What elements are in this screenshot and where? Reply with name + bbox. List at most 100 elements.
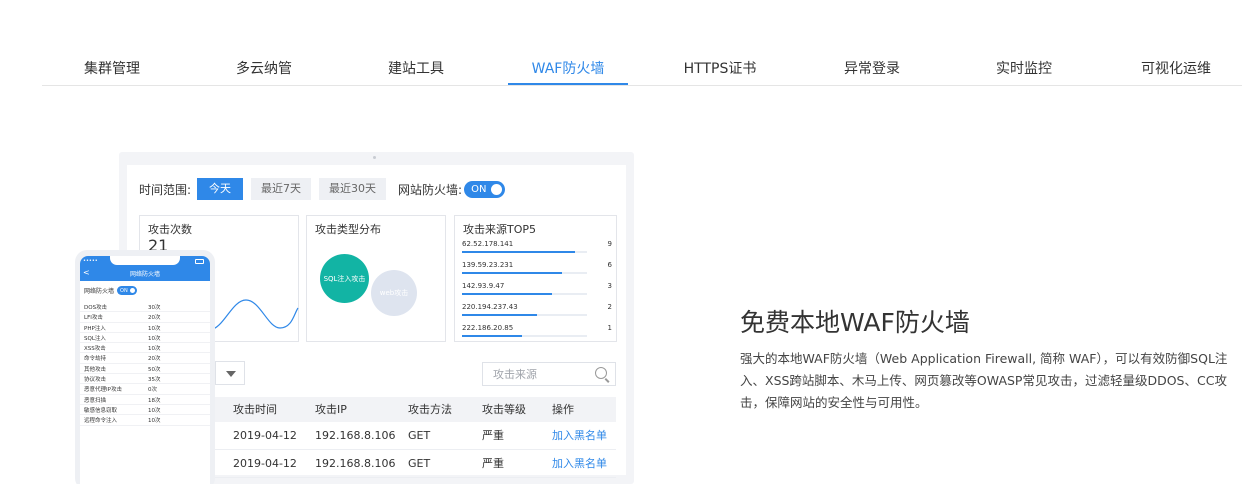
table-row: 2019-04-12 192.168.8.106 GET 严重 加入黑名单 [215,422,616,450]
top5-count: 3 [607,282,612,290]
time-range-label: 时间范围: [139,182,192,197]
list-item-count: 10次 [148,418,161,425]
top5-bar-fill [462,335,522,337]
top5-bar-track [462,335,587,337]
battery-icon [195,259,204,264]
top5-ip: 222.186.20.85 [462,324,514,332]
range-7days-button[interactable]: 最近7天 [251,178,312,200]
list-item-name: 命令劫持 [84,356,107,363]
sql-injection-bubble: SQL注入攻击 [320,254,369,303]
header-action: 操作 [552,403,574,416]
feature-title: 免费本地WAF防火墙 [740,308,970,337]
list-item-name: 远程命令注入 [84,418,118,425]
list-item-count: 18次 [148,397,161,404]
list-item: 协议攻击 35次 [80,374,210,385]
phone-toggle-text: ON [120,287,128,294]
row-level: 严重 [482,429,504,442]
feature-tab-bar: 集群管理 多云纳管 建站工具 WAF防火墙 HTTPS证书 异常登录 实时监控 … [42,56,1242,86]
list-item-count: 10次 [148,407,161,414]
top5-title: 攻击来源TOP5 [463,223,537,236]
list-item: SQL注入 10次 [80,333,210,344]
top5-row: 142.93.9.47 3 [462,282,612,298]
range-today-button[interactable]: 今天 [197,178,244,200]
row-method: GET [408,457,431,470]
search-icon[interactable] [595,367,607,379]
tab-multi-cloud[interactable]: 多云纳管 [194,56,334,82]
list-item-count: 20次 [148,356,161,363]
list-item: 命令劫持 20次 [80,353,210,364]
list-item-name: LFI攻击 [84,315,103,322]
list-item-count: 30次 [148,305,161,311]
list-item-count: 35次 [148,377,161,384]
top5-ip: 62.52.178.141 [462,240,514,248]
phone-notch [110,256,180,265]
list-item-name: 协议攻击 [84,377,107,384]
phone-title: 网络防火墙 [129,271,160,278]
web-attack-bubble: web攻击 [371,270,417,316]
list-item: PHP注入 10次 [80,323,210,333]
tab-cluster-management[interactable]: 集群管理 [42,56,182,82]
list-item-count: 10次 [148,346,161,353]
list-item: XSS攻击 10次 [80,343,210,354]
attack-source-search-input[interactable] [483,363,583,386]
phone-header-bar: ••••• < 网络防火墙 [80,256,210,281]
list-item-name: DOS攻击 [84,305,108,311]
list-item-count: 50次 [148,366,161,373]
list-item-name: 恶意代理IP攻击 [84,387,122,394]
top5-ip: 139.59.23.231 [462,261,514,269]
row-level: 严重 [482,457,504,470]
firewall-toggle-text: ON [471,183,487,195]
row-time: 2019-04-12 [233,457,297,470]
list-item-count: 20次 [148,315,161,322]
tab-realtime-monitor[interactable]: 实时监控 [954,56,1094,82]
firewall-toggle[interactable]: ON [464,180,506,198]
top5-count: 6 [607,261,612,269]
tab-https-cert[interactable]: HTTPS证书 [650,56,790,82]
list-item: 远程命令注入 10次 [80,415,210,426]
phone-firewall-toggle[interactable]: ON [117,286,137,295]
attack-trend-line [210,299,299,331]
attack-source-top5-card: 攻击来源TOP5 62.52.178.141 9 139.59.23.231 6… [454,215,617,342]
tab-abnormal-login[interactable]: 异常登录 [802,56,942,82]
list-item-name: 敏感信息窃取 [84,407,118,414]
attack-count-title: 攻击次数 [148,223,192,236]
feature-description: 强大的本地WAF防火墙（Web Application Firewall, 简称… [740,351,1228,410]
top5-count: 9 [607,240,612,248]
phone-firewall-row: 网络防火墙 ON [84,286,137,295]
phone-firewall-label: 网络防火墙 [84,288,115,295]
tab-waf-firewall[interactable]: WAF防火墙 [498,56,638,85]
row-time: 2019-04-12 [233,429,297,442]
list-item-name: SQL注入 [84,335,106,342]
attack-source-search [482,362,616,386]
add-blacklist-link[interactable]: 加入黑名单 [552,450,607,478]
tab-site-builder[interactable]: 建站工具 [346,56,486,82]
row-ip: 192.168.8.106 [315,429,396,442]
attack-type-card: 攻击类型分布 web攻击 SQL注入攻击 [306,215,446,342]
row-method: GET [408,429,431,442]
list-item-count: 0次 [148,387,157,394]
add-blacklist-link[interactable]: 加入黑名单 [552,422,607,450]
header-time: 攻击时间 [233,403,277,416]
tab-visual-ops[interactable]: 可视化运维 [1106,56,1246,82]
filter-dropdown[interactable] [215,361,245,385]
phone-attack-list: DOS攻击 30次 LFI攻击 20次 PHP注入 10次 SQL注入 10次 XSS攻击 10次… [80,302,210,426]
toggle-knob [129,288,135,293]
top5-bar-track [462,314,587,316]
phone-screen: ••••• < 网络防火墙 网络防火墙 ON DOS攻击 30次 LFI攻击 20次 P… [80,256,210,484]
range-30days-button[interactable]: 最近30天 [319,178,387,200]
phone-mockup: ••••• < 网络防火墙 网络防火墙 ON DOS攻击 30次 LFI攻击 20次 P… [75,250,215,484]
list-item: LFI攻击 20次 [80,312,210,323]
filter-row: 时间范围: 今天 最近7天 最近30天 网站防火墙: ON [139,178,506,200]
header-level: 攻击等级 [482,403,526,416]
list-item-count: 10次 [148,335,161,342]
top5-bar-fill [462,293,552,295]
list-item-name: 恶意扫描 [84,397,107,404]
list-item: DOS攻击 30次 [80,302,210,313]
list-item-name: PHP注入 [84,325,106,332]
top5-bar-track [462,293,587,295]
top5-bar-track [462,251,587,253]
top5-row: 222.186.20.85 1 [462,324,612,340]
row-ip: 192.168.8.106 [315,457,396,470]
list-item: 敏感信息窃取 10次 [80,405,210,416]
top5-count: 2 [607,303,612,311]
